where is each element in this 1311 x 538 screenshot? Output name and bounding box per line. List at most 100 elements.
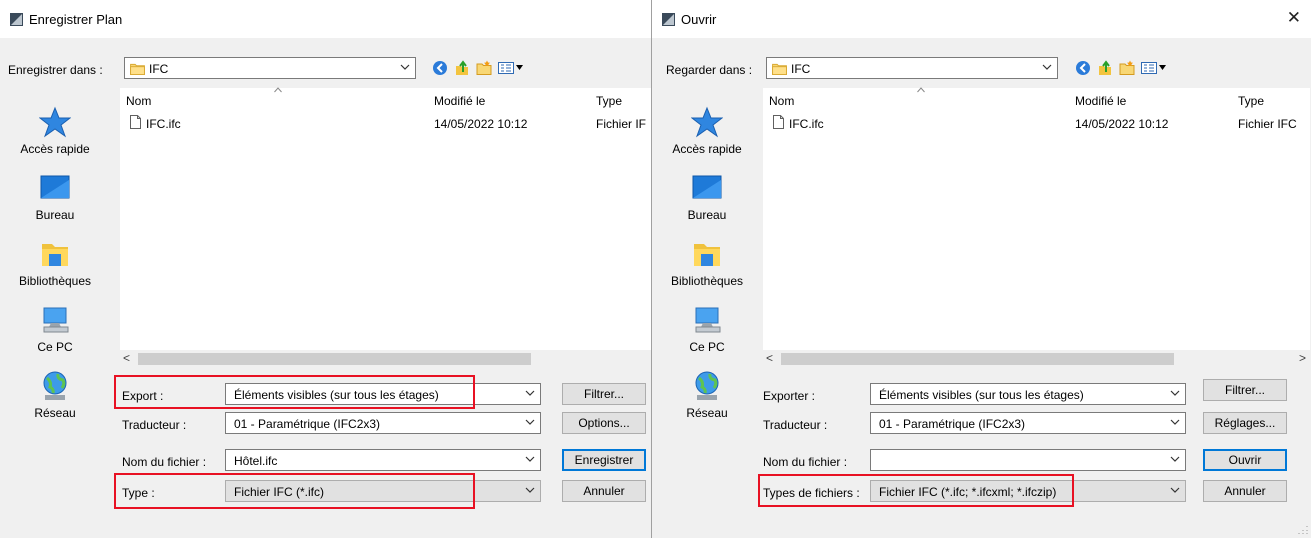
folder-icon xyxy=(130,63,145,75)
list-item[interactable]: IFC.ifc 14/05/2022 10:12 Fichier IFC xyxy=(763,115,1310,135)
scroll-left-arrow[interactable]: < xyxy=(766,351,773,365)
filter-button[interactable]: Filtrer... xyxy=(562,383,646,405)
chevron-down-icon xyxy=(1170,455,1180,463)
chevron-down-icon xyxy=(525,418,535,426)
filename-label: Nom du fichier : xyxy=(763,455,848,469)
settings-button[interactable]: Réglages... xyxy=(1203,412,1287,434)
cancel-button[interactable]: Annuler xyxy=(1203,480,1287,502)
options-button[interactable]: Options... xyxy=(562,412,646,434)
libraries-icon xyxy=(39,238,71,270)
export-value: Éléments visibles (sur tous les étages) xyxy=(234,388,439,402)
new-folder-icon[interactable] xyxy=(476,60,492,76)
chevron-down-icon xyxy=(1170,486,1180,494)
type-select[interactable]: Fichier IFC (*.ifc) xyxy=(225,480,541,502)
look-in-combo[interactable]: IFC xyxy=(124,57,416,79)
chevron-down-icon xyxy=(1170,389,1180,397)
file-list[interactable]: Nom Modifié le Type IFC.ifc 14/05/2022 1… xyxy=(120,88,651,350)
scroll-thumb[interactable] xyxy=(138,353,531,365)
title-bar: Ouvrir ✕ xyxy=(652,0,1311,38)
column-modified[interactable]: Modifié le xyxy=(1075,94,1126,108)
translator-value: 01 - Paramétrique (IFC2x3) xyxy=(234,417,381,431)
back-icon[interactable] xyxy=(432,60,448,76)
column-name[interactable]: Nom xyxy=(126,94,151,108)
place-label: Accès rapide xyxy=(672,142,742,156)
file-modified: 14/05/2022 10:12 xyxy=(434,117,528,131)
place-label: Accès rapide xyxy=(20,142,90,156)
chevron-down-icon xyxy=(525,389,535,397)
type-label: Types de fichiers : xyxy=(763,486,860,500)
scroll-right-arrow[interactable]: > xyxy=(1299,351,1306,365)
export-label: Exporter : xyxy=(763,389,816,403)
new-folder-icon[interactable] xyxy=(1119,60,1135,76)
look-in-combo[interactable]: IFC xyxy=(766,57,1058,79)
computer-icon xyxy=(39,304,71,336)
export-label: Export : xyxy=(122,389,164,403)
chevron-down-icon xyxy=(525,455,535,463)
places-bar: Accès rapide Bureau Bibliothèques Ce PC … xyxy=(0,88,110,420)
export-select[interactable]: Éléments visibles (sur tous les étages) xyxy=(870,383,1186,405)
export-value: Éléments visibles (sur tous les étages) xyxy=(879,388,1084,402)
cancel-button[interactable]: Annuler xyxy=(562,480,646,502)
open-dialog: Ouvrir ✕ Regarder dans : IFC Accès rapid… xyxy=(651,0,1311,538)
network-icon xyxy=(691,370,723,402)
filter-button[interactable]: Filtrer... xyxy=(1203,379,1287,401)
horizontal-scrollbar[interactable]: < xyxy=(120,350,651,368)
app-icon xyxy=(662,13,675,26)
sort-up-icon xyxy=(917,87,925,93)
look-in-label: Enregistrer dans : xyxy=(8,63,103,77)
up-folder-icon[interactable] xyxy=(454,60,470,76)
translator-label: Traducteur : xyxy=(122,418,187,432)
up-folder-icon[interactable] xyxy=(1097,60,1113,76)
chevron-down-icon xyxy=(1170,418,1180,426)
view-menu-icon[interactable] xyxy=(1141,60,1157,76)
file-list[interactable]: Nom Modifié le Type IFC.ifc 14/05/2022 1… xyxy=(763,88,1310,350)
file-type: Fichier IF xyxy=(596,117,647,131)
view-menu-icon[interactable] xyxy=(498,60,514,76)
place-label: Réseau xyxy=(34,406,76,420)
look-in-value: IFC xyxy=(791,62,811,76)
type-value: Fichier IFC (*.ifc) xyxy=(234,485,324,499)
filename-input[interactable] xyxy=(870,449,1186,471)
places-bar: Accès rapide Bureau Bibliothèques Ce PC … xyxy=(652,88,762,420)
view-dropdown-icon[interactable] xyxy=(1159,65,1166,70)
close-icon[interactable]: ✕ xyxy=(1287,9,1301,26)
column-modified[interactable]: Modifié le xyxy=(434,94,485,108)
place-label: Ce PC xyxy=(689,340,725,354)
file-type: Fichier IFC xyxy=(1238,117,1297,131)
title-bar: Enregistrer Plan xyxy=(0,0,651,38)
back-icon[interactable] xyxy=(1075,60,1091,76)
view-dropdown-icon[interactable] xyxy=(516,65,523,70)
place-label: Bibliothèques xyxy=(18,274,92,288)
horizontal-scrollbar[interactable]: < > xyxy=(763,350,1310,368)
type-select[interactable]: Fichier IFC (*.ifc; *.ifcxml; *.ifczip) xyxy=(870,480,1186,502)
dialog-title: Ouvrir xyxy=(681,12,717,27)
place-label: Bureau xyxy=(35,208,75,222)
export-select[interactable]: Éléments visibles (sur tous les étages) xyxy=(225,383,541,405)
translator-select[interactable]: 01 - Paramétrique (IFC2x3) xyxy=(225,412,541,434)
chevron-down-icon xyxy=(1042,63,1052,71)
filename-value: Hôtel.ifc xyxy=(234,454,278,468)
list-item[interactable]: IFC.ifc 14/05/2022 10:12 Fichier IF xyxy=(120,115,651,135)
dialog-title: Enregistrer Plan xyxy=(29,12,123,27)
filename-input[interactable]: Hôtel.ifc xyxy=(225,449,541,471)
network-icon xyxy=(39,370,71,402)
resize-grip-icon[interactable] xyxy=(1298,525,1308,535)
libraries-icon xyxy=(691,238,723,270)
type-label: Type : xyxy=(122,486,155,500)
column-name[interactable]: Nom xyxy=(769,94,794,108)
translator-select[interactable]: 01 - Paramétrique (IFC2x3) xyxy=(870,412,1186,434)
file-name: IFC.ifc xyxy=(146,117,181,131)
file-icon xyxy=(130,115,141,129)
chevron-down-icon xyxy=(525,486,535,494)
open-button[interactable]: Ouvrir xyxy=(1203,449,1287,471)
column-type[interactable]: Type xyxy=(1238,94,1264,108)
translator-value: 01 - Paramétrique (IFC2x3) xyxy=(879,417,1026,431)
scroll-left-arrow[interactable]: < xyxy=(123,351,130,365)
scroll-thumb[interactable] xyxy=(781,353,1174,365)
star-icon xyxy=(39,106,71,138)
save-button[interactable]: Enregistrer xyxy=(562,449,646,471)
file-name: IFC.ifc xyxy=(789,117,824,131)
sort-up-icon xyxy=(274,87,282,93)
place-label: Bureau xyxy=(687,208,727,222)
column-type[interactable]: Type xyxy=(596,94,622,108)
